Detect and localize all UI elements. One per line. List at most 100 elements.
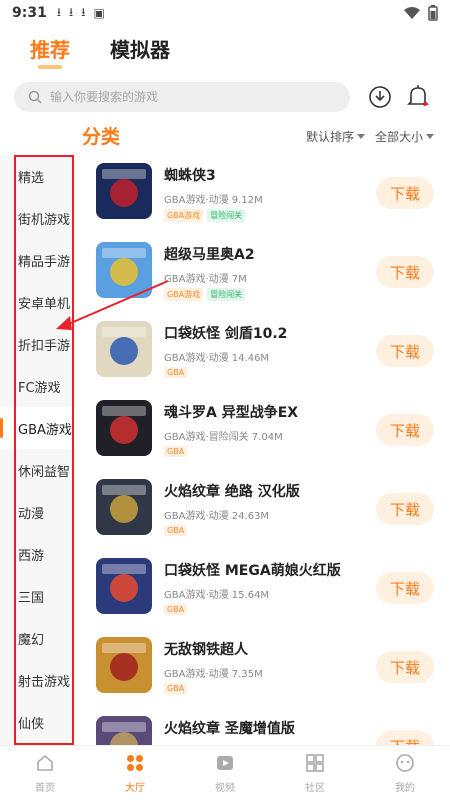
sidebar-item-label: 休闲益智	[18, 464, 71, 480]
sidebar-item-label: 折扣手游	[18, 338, 71, 354]
game-thumbnail[interactable]	[96, 479, 152, 535]
sidebar-item[interactable]: 动漫	[0, 491, 76, 533]
sidebar-item[interactable]: 休闲益智	[0, 449, 76, 491]
hall-icon	[125, 753, 145, 779]
game-tag: GBA	[164, 446, 188, 457]
download-button[interactable]: 下载	[376, 730, 434, 745]
game-thumbnail[interactable]	[96, 321, 152, 377]
community-icon	[305, 753, 325, 779]
game-tags: GBA游戏 冒险闯关	[164, 288, 246, 301]
game-name[interactable]: 无敌钢铁超人	[164, 639, 248, 659]
sidebar-item-label: 安卓单机	[18, 296, 71, 312]
nav-item-hall[interactable]: 大厅	[90, 746, 180, 800]
sidebar-item[interactable]: 魔幻	[0, 617, 76, 659]
section-title: 分类	[82, 122, 121, 153]
sidebar-item-label: 魔幻	[18, 632, 45, 648]
game-thumbnail[interactable]	[96, 242, 152, 298]
download-button[interactable]: 下载	[376, 256, 434, 288]
game-tags: GBA	[164, 367, 188, 378]
game-meta: GBA游戏·动漫 24.63M	[164, 511, 270, 522]
game-tag: GBA游戏	[164, 288, 204, 301]
chevron-down-icon	[356, 134, 365, 139]
sort-label: 默认排序	[305, 130, 354, 144]
game-name[interactable]: 口袋妖怪 MEGA萌娘火红版	[164, 560, 341, 580]
game-name[interactable]: 火焰纹章 绝路 汉化版	[164, 481, 300, 501]
game-row[interactable]: 蜘蛛侠3 GBA游戏·动漫 9.12M GBA游戏 冒险闯关 下载	[96, 155, 450, 234]
tab-emulator[interactable]: 模拟器	[110, 34, 170, 63]
sort-dropdown[interactable]: 默认排序	[306, 128, 365, 145]
sidebar-item[interactable]: 仙侠	[0, 701, 76, 743]
game-row[interactable]: 口袋妖怪 MEGA萌娘火红版 GBA游戏·动漫 15.64M GBA 下载	[96, 550, 450, 629]
sidebar-item-label: 动漫	[18, 506, 45, 522]
game-thumbnail[interactable]	[96, 558, 152, 614]
download-icon	[369, 86, 391, 108]
sidebar-item[interactable]: 三国	[0, 575, 76, 617]
nav-item-home[interactable]: 首页	[0, 746, 90, 800]
game-row[interactable]: 火焰纹章 圣魔增值版下载	[96, 708, 450, 745]
search-icon	[28, 90, 42, 104]
nav-item-video[interactable]: 视频	[180, 746, 270, 800]
game-tags: GBA游戏 冒险闯关	[164, 209, 246, 222]
sidebar-item-label: GBA游戏	[18, 422, 72, 438]
home-icon	[35, 753, 55, 779]
game-name[interactable]: 蜘蛛侠3	[164, 165, 216, 185]
sidebar-item-label: 西游	[18, 548, 45, 564]
download-button[interactable]: 下载	[376, 493, 434, 525]
game-name[interactable]: 超级马里奥A2	[164, 244, 255, 264]
sidebar-item[interactable]: 折扣手游	[0, 323, 76, 365]
sidebar-item[interactable]: 安卓单机	[0, 281, 76, 323]
game-tag: 冒险闯关	[207, 209, 246, 222]
search-input[interactable]	[50, 90, 320, 104]
game-tag: GBA	[164, 525, 188, 536]
sidebar-item[interactable]: FC游戏	[0, 365, 76, 407]
game-meta: GBA游戏·动漫 15.64M	[164, 590, 270, 601]
sidebar-item[interactable]: 射击游戏	[0, 659, 76, 701]
game-tag: 冒险闯关	[207, 288, 246, 301]
download-button[interactable]: 下载	[376, 651, 434, 683]
game-row[interactable]: 口袋妖怪 剑盾10.2 GBA游戏·动漫 14.46M GBA 下载	[96, 313, 450, 392]
nav-item-label: 首页	[35, 782, 55, 794]
download-button[interactable]: 下载	[376, 572, 434, 604]
game-meta: GBA游戏·动漫 7.35M	[164, 669, 263, 680]
sidebar-item-label: 精品手游	[18, 254, 71, 270]
size-label: 全部大小	[374, 130, 423, 144]
download-button[interactable]: 下载	[376, 335, 434, 367]
game-thumbnail[interactable]	[96, 163, 152, 219]
bell-icon	[407, 85, 429, 106]
sidebar-item[interactable]: GBA游戏	[0, 407, 76, 449]
sidebar-item-label: 三国	[18, 590, 45, 606]
game-thumbnail[interactable]	[96, 637, 152, 693]
nav-item-community[interactable]: 社区	[270, 746, 360, 800]
download-button[interactable]: 下载	[376, 177, 434, 209]
nav-item-label: 社区	[305, 782, 325, 794]
game-row[interactable]: 无敌钢铁超人 GBA游戏·动漫 7.35M GBA 下载	[96, 629, 450, 708]
game-row[interactable]: 火焰纹章 绝路 汉化版 GBA游戏·动漫 24.63M GBA 下载	[96, 471, 450, 550]
game-row[interactable]: 超级马里奥A2 GBA游戏·动漫 7M GBA游戏 冒险闯关 下载	[96, 234, 450, 313]
tab-recommend[interactable]: 推荐	[30, 34, 70, 69]
game-name[interactable]: 火焰纹章 圣魔增值版	[164, 718, 295, 738]
sidebar-item-label: FC游戏	[18, 380, 61, 396]
game-row[interactable]: 魂斗罗A 异型战争EX GBA游戏·冒险闯关 7.04M GBA 下载	[96, 392, 450, 471]
game-tag: GBA	[164, 604, 188, 615]
size-dropdown[interactable]: 全部大小	[375, 128, 434, 145]
top-tabs: 推荐 模拟器	[30, 34, 170, 69]
sidebar-item[interactable]: 精选	[0, 155, 76, 197]
nav-item-profile[interactable]: 我的	[360, 746, 450, 800]
bottom-nav: 首页 大厅 视频 社区 我的	[0, 745, 450, 800]
sidebar-item[interactable]: 精品手游	[0, 239, 76, 281]
sidebar-item[interactable]: 西游	[0, 533, 76, 575]
game-thumbnail[interactable]	[96, 716, 152, 745]
sidebar-item-label: 射击游戏	[18, 674, 71, 690]
notification-button[interactable]	[405, 84, 431, 110]
game-name[interactable]: 魂斗罗A 异型战争EX	[164, 402, 298, 422]
search-bar[interactable]	[14, 82, 350, 112]
download-manager-button[interactable]	[367, 84, 393, 110]
game-tag: GBA游戏	[164, 209, 204, 222]
game-meta: GBA游戏·动漫 14.46M	[164, 353, 270, 364]
download-button[interactable]: 下载	[376, 414, 434, 446]
game-name[interactable]: 口袋妖怪 剑盾10.2	[164, 323, 287, 343]
game-thumbnail[interactable]	[96, 400, 152, 456]
sidebar-item[interactable]: 街机游戏	[0, 197, 76, 239]
game-tags: GBA	[164, 446, 188, 457]
video-icon	[215, 753, 235, 779]
